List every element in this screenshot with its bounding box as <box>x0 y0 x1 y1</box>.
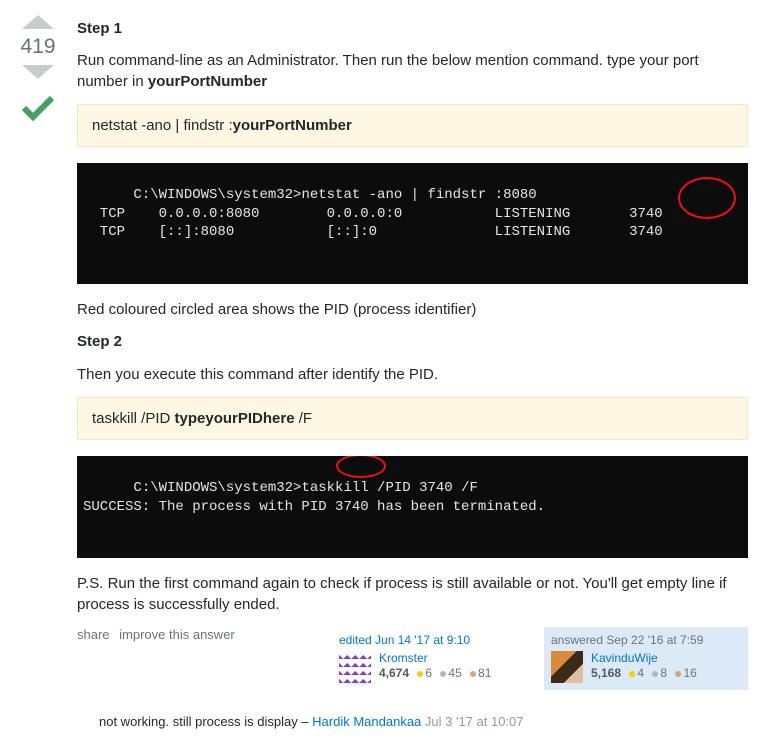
author-name[interactable]: KavinduWije <box>591 651 697 665</box>
silver-badge-icon <box>652 671 658 677</box>
bronze-badge-icon <box>675 671 681 677</box>
edit-time[interactable]: edited Jun 14 '17 at 9:10 <box>339 633 529 647</box>
comment-author[interactable]: Hardik Mandankaa <box>312 714 421 729</box>
editor-stats: 4,674 6 45 81 <box>379 666 491 680</box>
silver-badge-icon <box>440 671 446 677</box>
step1-heading: Step 1 <box>77 19 748 39</box>
author-stats: 5,168 4 8 16 <box>591 666 697 680</box>
share-link[interactable]: share <box>77 627 110 642</box>
vote-up-icon[interactable] <box>22 15 54 29</box>
comment: not working. still process is display – … <box>99 708 748 729</box>
vote-cell: 419 <box>15 15 61 729</box>
accepted-check-icon <box>20 93 56 127</box>
post-menu: share improve this answer <box>77 627 241 642</box>
answer-body: Step 1 Run command-line as an Administra… <box>77 15 748 729</box>
avatar[interactable] <box>551 651 583 683</box>
gold-badge-icon <box>417 671 423 677</box>
improve-link[interactable]: improve this answer <box>119 627 235 642</box>
red-circle-annotation <box>336 456 386 478</box>
step2-text: Then you execute this command after iden… <box>77 365 748 385</box>
vote-down-icon[interactable] <box>22 65 54 79</box>
editor-name[interactable]: Kromster <box>379 651 491 665</box>
terminal-output-1: C:\WINDOWS\system32>netstat -ano | finds… <box>77 163 748 284</box>
step1-text: Run command-line as an Administrator. Th… <box>77 51 748 92</box>
avatar[interactable] <box>339 651 371 683</box>
comment-time: Jul 3 '17 at 10:07 <box>421 714 523 729</box>
author-card: answered Sep 22 '16 at 7:59 KavinduWije … <box>544 627 748 690</box>
bronze-badge-icon <box>470 671 476 677</box>
vote-score: 419 <box>20 35 55 59</box>
command-block-1: netstat -ano | findstr :yourPortNumber <box>77 104 748 147</box>
ps-note: P.S. Run the first command again to chec… <box>77 574 748 615</box>
answer-time: answered Sep 22 '16 at 7:59 <box>551 633 741 647</box>
gold-badge-icon <box>629 671 635 677</box>
red-circle-note: Red coloured circled area shows the PID … <box>77 300 748 320</box>
command-block-2: taskkill /PID typeyourPIDhere /F <box>77 397 748 440</box>
editor-card: edited Jun 14 '17 at 9:10 Kromster 4,674… <box>332 627 536 690</box>
red-circle-annotation <box>678 177 736 219</box>
terminal-output-2: C:\WINDOWS\system32>taskkill /PID 3740 /… <box>77 456 748 558</box>
step2-heading: Step 2 <box>77 332 748 352</box>
